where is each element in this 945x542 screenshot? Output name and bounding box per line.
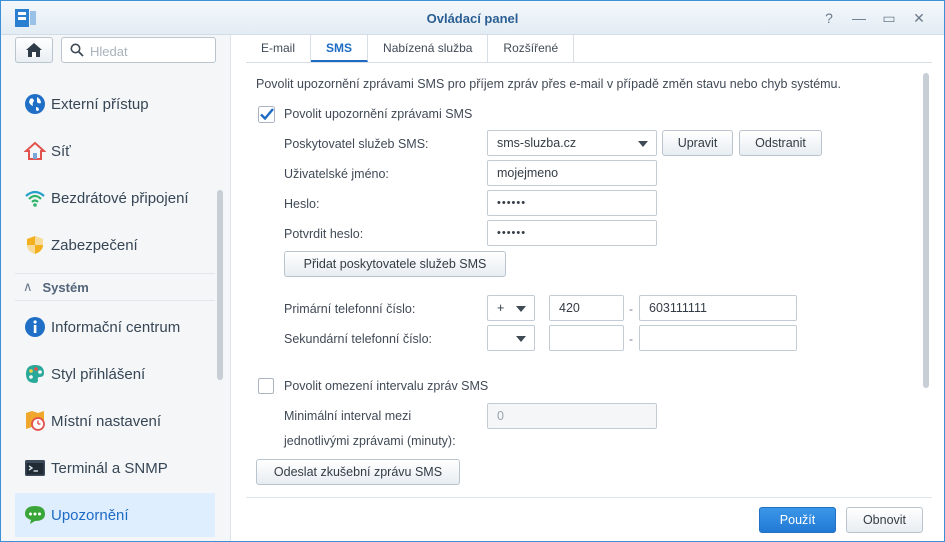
home-button[interactable] [15, 37, 53, 63]
title-bar[interactable]: Ovládací panel ? — ▭ ✕ [1, 1, 944, 35]
sidebar-item-login-style[interactable]: Styl přihlášení [15, 352, 215, 396]
globe-icon [24, 93, 46, 115]
tab-email[interactable]: E-mail [246, 35, 312, 62]
wifi-icon [24, 187, 46, 209]
username-label: Uživatelské jméno: [284, 167, 389, 181]
min-interval-label-line1: Minimální interval mezi [284, 409, 412, 423]
remove-provider-button[interactable]: Odstranit [739, 130, 822, 156]
maximize-button[interactable]: ▭ [880, 9, 898, 27]
edit-provider-button[interactable]: Upravit [662, 130, 733, 156]
sidebar-item-label: Bezdrátové připojení [51, 189, 189, 207]
sidebar-item-label: Síť [51, 142, 71, 160]
search-icon [70, 43, 84, 57]
sms-description: Povolit upozornění zprávami SMS pro příj… [256, 77, 841, 91]
primary-phone-prefix-value: + [497, 301, 505, 315]
shield-icon [24, 234, 46, 256]
sidebar-section-label: Systém [42, 279, 89, 295]
content-scrollbar[interactable] [923, 73, 929, 388]
dropdown-arrow-icon [516, 336, 526, 342]
dropdown-arrow-icon [516, 306, 526, 312]
provider-label: Poskytovatel služeb SMS: [284, 137, 429, 151]
confirm-password-label: Potvrdit heslo: [284, 227, 364, 241]
sidebar-scrollbar[interactable] [217, 190, 223, 380]
minimize-button[interactable]: — [850, 9, 868, 27]
confirm-password-field[interactable]: •••••• [487, 220, 657, 246]
sidebar-item-label: Upozornění [51, 506, 129, 524]
chat-bubble-icon [24, 504, 46, 526]
sidebar-item-label: Místní nastavení [51, 412, 162, 430]
sidebar-item-wireless[interactable]: Bezdrátové připojení [15, 176, 215, 220]
sidebar-item-notification[interactable]: Upozornění [15, 493, 215, 537]
sidebar-item-terminal-snmp[interactable]: Terminál a SNMP [15, 446, 215, 490]
sidebar-item-label: Styl přihlášení [51, 365, 146, 383]
interval-limit-label: Povolit omezení intervalu zpráv SMS [284, 379, 489, 393]
add-provider-button[interactable]: Přidat poskytovatele služeb SMS [284, 251, 506, 277]
reset-button[interactable]: Obnovit [846, 507, 923, 533]
phone-separator: - [629, 302, 633, 316]
tab-sms[interactable]: SMS [311, 35, 369, 62]
tab-bar: E-mail SMS Nabízená služba Rozšířené [246, 35, 932, 63]
password-field[interactable]: •••••• [487, 190, 657, 216]
secondary-phone-prefix-select[interactable] [487, 325, 535, 351]
checkmark-icon [258, 106, 275, 123]
primary-phone-number-field[interactable]: 603111111 [639, 295, 797, 321]
map-clock-icon [24, 410, 46, 432]
close-button[interactable]: ✕ [910, 9, 928, 27]
sidebar-item-label: Informační centrum [51, 318, 181, 336]
sidebar-item-regional-options[interactable]: Místní nastavení [15, 399, 215, 443]
tab-push-service[interactable]: Nabízená služba [368, 35, 489, 62]
palette-icon [24, 363, 46, 385]
apply-button[interactable]: Použít [759, 507, 836, 533]
secondary-phone-label: Sekundární telefonní číslo: [284, 332, 433, 346]
primary-country-code-field[interactable]: 420 [549, 295, 624, 321]
tab-advanced[interactable]: Rozšířené [488, 35, 575, 62]
secondary-country-code-field[interactable] [549, 325, 624, 351]
house-network-icon [24, 140, 46, 162]
min-interval-label-line2: jednotlivými zprávami (minuty): [284, 434, 456, 448]
control-panel-window: Ovládací panel ? — ▭ ✕ Hledat Externí př… [0, 0, 945, 542]
sidebar-item-label: Terminál a SNMP [51, 459, 168, 477]
enable-sms-label: Povolit upozornění zprávami SMS [284, 107, 473, 121]
window-title: Ovládací panel [426, 11, 519, 26]
home-icon [26, 43, 42, 57]
chevron-up-icon: ∧ [23, 279, 33, 294]
sidebar-section-system[interactable]: ∧ Systém [15, 273, 215, 301]
provider-select[interactable]: sms-sluzba.cz [487, 130, 657, 156]
min-interval-field[interactable]: 0 [487, 403, 657, 429]
sidebar-item-external-access[interactable]: Externí přístup [15, 82, 215, 126]
sidebar-item-label: Zabezpečení [51, 236, 138, 254]
sidebar-item-info-center[interactable]: Informační centrum [15, 305, 215, 349]
help-button[interactable]: ? [820, 9, 838, 27]
footer-divider [246, 497, 932, 498]
info-icon [24, 316, 46, 338]
sidebar-item-network[interactable]: Síť [15, 129, 215, 173]
sidebar-item-label: Externí přístup [51, 95, 149, 113]
sidebar: Hledat Externí přístup Síť Bezdrátové př… [1, 35, 231, 541]
provider-select-value: sms-sluzba.cz [497, 136, 577, 150]
main-content: E-mail SMS Nabízená služba Rozšířené Pov… [232, 35, 944, 541]
terminal-icon [24, 457, 46, 479]
password-label: Heslo: [284, 197, 320, 211]
send-test-sms-button[interactable]: Odeslat zkušební zprávu SMS [256, 459, 460, 485]
enable-sms-checkbox[interactable] [258, 106, 275, 123]
secondary-phone-number-field[interactable] [639, 325, 797, 351]
search-input[interactable]: Hledat [61, 37, 216, 63]
primary-phone-prefix-select[interactable]: + [487, 295, 535, 321]
search-placeholder: Hledat [90, 44, 128, 59]
interval-limit-checkbox[interactable] [258, 378, 274, 394]
username-field[interactable]: mojejmeno [487, 160, 657, 186]
sidebar-item-security[interactable]: Zabezpečení [15, 223, 215, 267]
dropdown-arrow-icon [638, 141, 648, 147]
phone-separator: - [629, 332, 633, 346]
primary-phone-label: Primární telefonní číslo: [284, 302, 416, 316]
